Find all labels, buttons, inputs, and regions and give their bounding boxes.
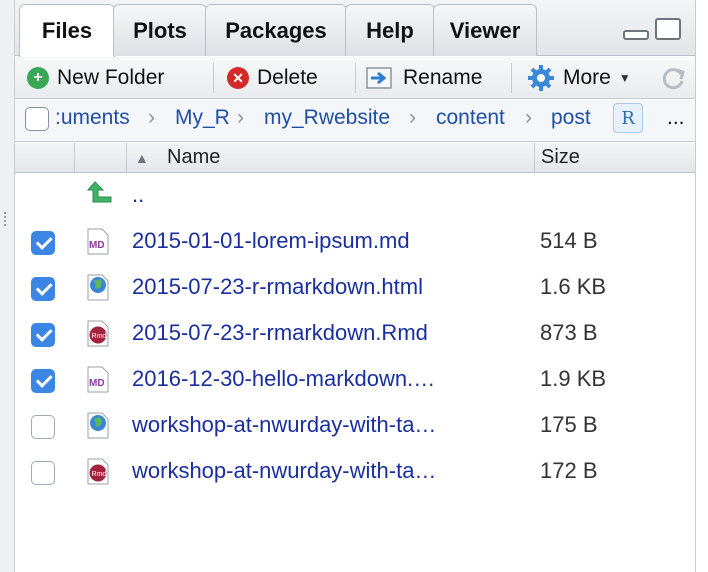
pane-splitter[interactable] — [0, 0, 14, 572]
chevron-down-icon: ▼ — [618, 71, 631, 85]
file-checkbox[interactable] — [31, 231, 55, 255]
files-pane: Files Plots Packages Help Viewer + New F… — [14, 0, 696, 572]
size-column-label: Size — [541, 146, 580, 168]
svg-text:MD: MD — [89, 378, 105, 389]
header-icon-column — [75, 143, 127, 173]
file-checkbox[interactable] — [31, 277, 55, 301]
file-name-link[interactable]: workshop-at-nwurday-with-ta… — [132, 458, 436, 484]
file-name-link[interactable]: 2016-12-30-hello-markdown.… — [132, 366, 435, 392]
html-file-icon — [87, 412, 109, 439]
tab-packages[interactable]: Packages — [205, 4, 347, 56]
html-file-icon — [87, 274, 109, 301]
breadcrumb-separator-icon: › — [237, 106, 244, 129]
gear-icon — [528, 65, 554, 91]
add-folder-icon: + — [27, 67, 49, 89]
tab-viewer[interactable]: Viewer — [433, 4, 537, 56]
header-name-column[interactable]: ▲ Name — [127, 143, 535, 173]
breadcrumb-item-documents[interactable]: :uments — [55, 106, 130, 130]
minimize-pane-button[interactable] — [623, 30, 649, 40]
more-label: More — [563, 66, 611, 89]
sort-ascending-icon: ▲ — [135, 150, 149, 166]
file-name-link[interactable]: workshop-at-nwurday-with-ta… — [132, 412, 436, 438]
breadcrumb-item-my-rwebsite[interactable]: my_Rwebsite — [264, 106, 390, 130]
breadcrumb-item-content[interactable]: content — [436, 106, 505, 130]
rmd-file-icon: Rmd — [87, 458, 109, 485]
r-project-icon[interactable]: R — [613, 103, 643, 133]
file-row[interactable]: MD 2016-12-30-hello-markdown.… 1.9 KB — [15, 358, 695, 404]
file-row[interactable]: 2015-07-23-r-rmarkdown.html 1.6 KB — [15, 266, 695, 312]
parent-directory-link[interactable]: .. — [132, 182, 144, 208]
file-name-link[interactable]: 2015-01-01-lorem-ipsum.md — [132, 228, 410, 254]
new-folder-label: New Folder — [57, 66, 165, 89]
refresh-icon — [662, 68, 685, 90]
file-checkbox[interactable] — [31, 415, 55, 439]
breadcrumb-separator-icon: › — [409, 106, 416, 129]
breadcrumb: :uments › My_R › my_Rwebsite › content ›… — [15, 100, 695, 142]
parent-directory-row[interactable]: .. — [15, 174, 695, 220]
file-size: 1.6 KB — [540, 274, 607, 299]
file-name-link[interactable]: 2015-07-23-r-rmarkdown.Rmd — [132, 320, 428, 346]
file-row[interactable]: Rmd workshop-at-nwurday-with-ta… 172 B — [15, 450, 695, 496]
svg-text:Rmd: Rmd — [92, 471, 107, 478]
file-size: 1.9 KB — [540, 366, 607, 391]
breadcrumb-more-button[interactable]: ... — [667, 106, 685, 130]
splitter-grip — [4, 212, 8, 226]
delete-button[interactable]: ✕ Delete — [227, 57, 318, 99]
file-row[interactable]: MD 2015-01-01-lorem-ipsum.md 514 B — [15, 220, 695, 266]
select-all-checkbox[interactable] — [25, 107, 49, 131]
rename-label: Rename — [403, 66, 483, 89]
file-name-link[interactable]: 2015-07-23-r-rmarkdown.html — [132, 274, 423, 300]
svg-text:MD: MD — [89, 240, 105, 251]
name-column-label: Name — [167, 146, 221, 168]
file-size: 873 B — [540, 320, 598, 345]
svg-text:Rmd: Rmd — [92, 333, 107, 340]
rmd-file-icon: Rmd — [87, 320, 109, 347]
more-menu-button[interactable]: More ▼ — [527, 57, 631, 99]
tab-files[interactable]: Files — [19, 4, 115, 57]
breadcrumb-item-my-r[interactable]: My_R — [175, 106, 230, 130]
file-size: 172 B — [540, 458, 598, 483]
rename-button[interactable]: Rename — [365, 57, 482, 99]
header-size-column[interactable]: Size — [535, 143, 695, 173]
tab-help[interactable]: Help — [345, 4, 435, 56]
tab-bar: Files Plots Packages Help Viewer — [15, 0, 695, 57]
file-checkbox[interactable] — [31, 323, 55, 347]
markdown-file-icon: MD — [87, 366, 109, 393]
delete-icon: ✕ — [227, 67, 249, 89]
file-table-header: ▲ Name Size — [15, 143, 695, 173]
breadcrumb-item-post[interactable]: post — [551, 106, 591, 130]
maximize-pane-button[interactable] — [655, 18, 681, 40]
tab-plots[interactable]: Plots — [113, 4, 207, 56]
delete-label: Delete — [257, 66, 318, 89]
toolbar: + New Folder ✕ Delete Rename More ▼ — [15, 57, 695, 99]
file-row[interactable]: workshop-at-nwurday-with-ta… 175 B — [15, 404, 695, 450]
breadcrumb-separator-icon: › — [148, 106, 155, 129]
file-size: 175 B — [540, 412, 598, 437]
header-checkbox-column — [15, 143, 75, 173]
file-row[interactable]: Rmd 2015-07-23-r-rmarkdown.Rmd 873 B — [15, 312, 695, 358]
file-checkbox[interactable] — [31, 461, 55, 485]
file-checkbox[interactable] — [31, 369, 55, 393]
refresh-button[interactable] — [659, 64, 687, 92]
markdown-file-icon: MD — [87, 228, 109, 255]
up-arrow-icon — [87, 181, 112, 203]
rename-icon — [366, 67, 392, 89]
file-size: 514 B — [540, 228, 598, 253]
breadcrumb-separator-icon: › — [525, 106, 532, 129]
new-folder-button[interactable]: + New Folder — [27, 57, 164, 99]
